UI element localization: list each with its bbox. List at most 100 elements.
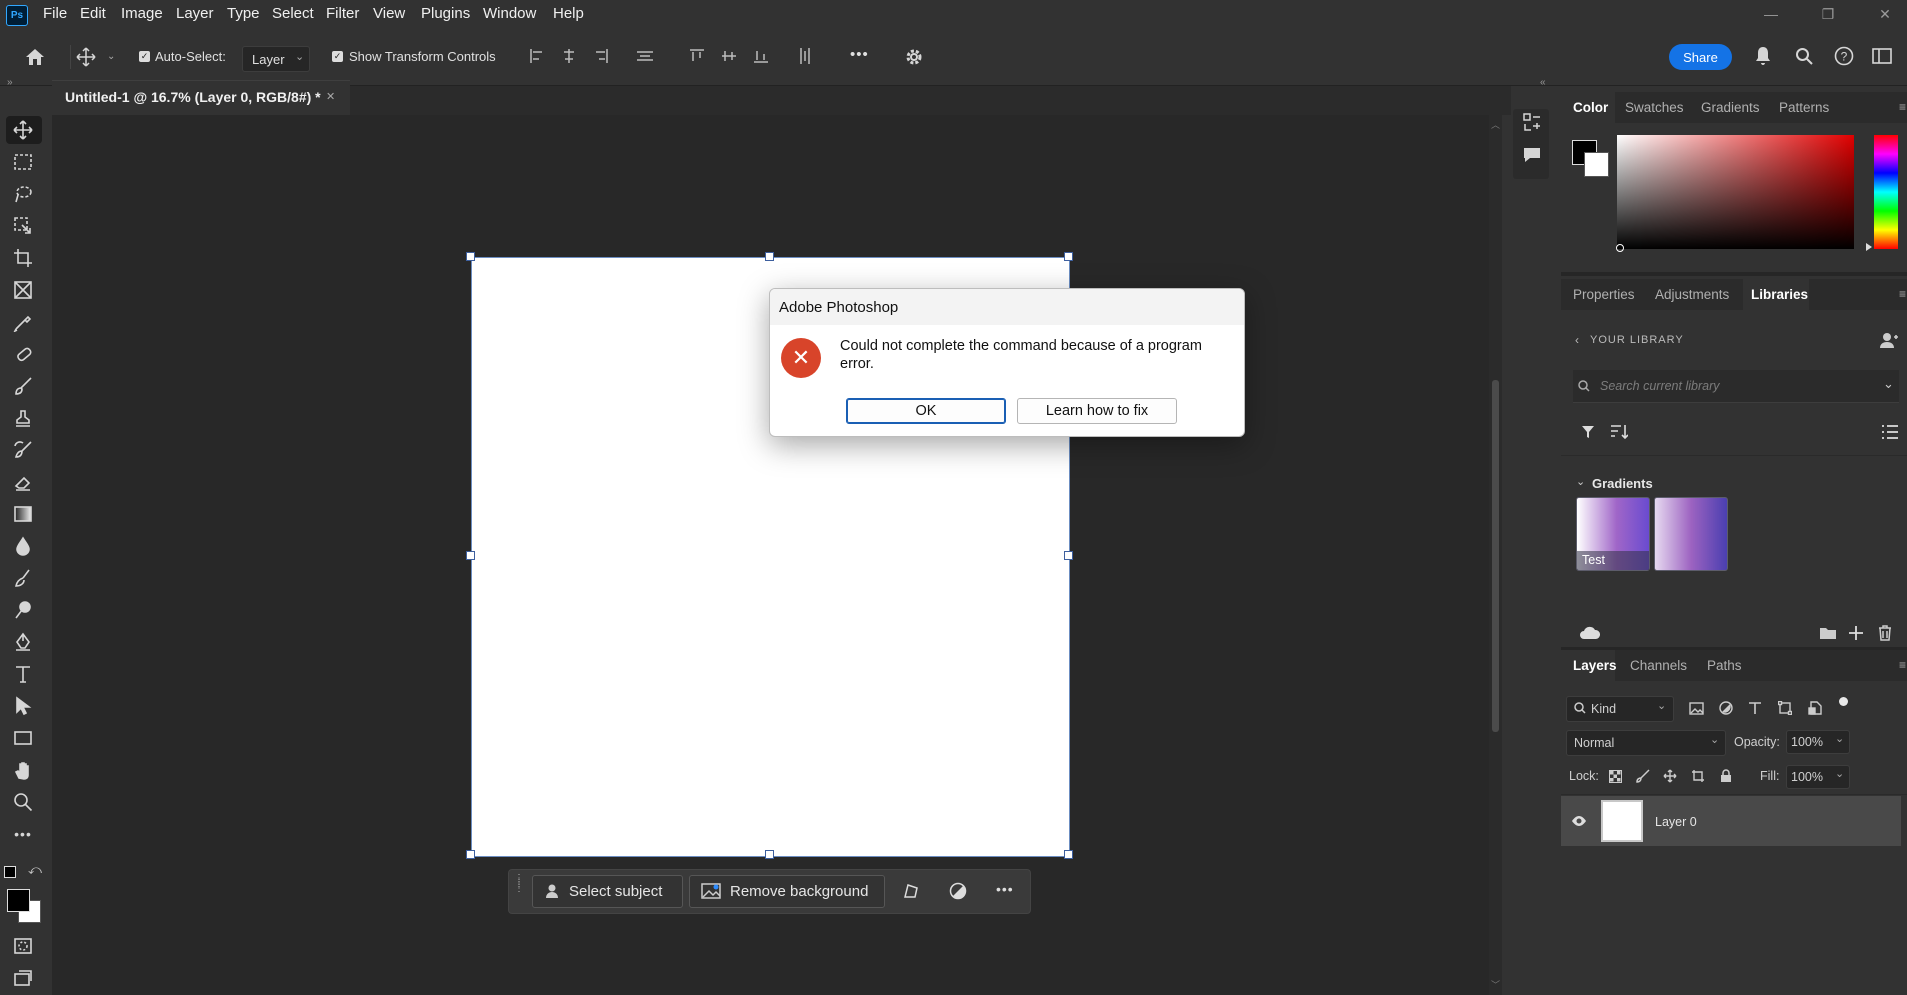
smart-object-filter-icon[interactable]	[1806, 699, 1824, 717]
workspace-icon[interactable]	[1871, 46, 1893, 66]
transform-handle[interactable]	[466, 850, 475, 859]
marquee-tool-icon[interactable]	[9, 148, 37, 176]
clone-stamp-tool-icon[interactable]	[9, 404, 37, 432]
color-picker-field[interactable]	[1617, 135, 1854, 249]
bell-icon[interactable]	[1752, 45, 1774, 67]
hue-slider-handle[interactable]	[1866, 243, 1872, 251]
learn-how-to-fix-button[interactable]: Learn how to fix	[1017, 398, 1177, 424]
gradient-item[interactable]: Test	[1576, 497, 1650, 571]
panel-menu-icon[interactable]: ≡	[1899, 100, 1906, 114]
lock-position-icon[interactable]	[1662, 768, 1678, 784]
transform-handle[interactable]	[1064, 850, 1073, 859]
chevron-down-icon[interactable]: ⌄	[1576, 475, 1585, 488]
background-color-swatch[interactable]	[1584, 152, 1609, 177]
chevron-left-icon[interactable]: ‹	[1575, 333, 1579, 347]
adjustment-icon[interactable]	[946, 879, 970, 903]
default-colors-icon[interactable]	[4, 866, 16, 878]
color-picker-cursor[interactable]	[1616, 244, 1624, 252]
auto-select-checkbox[interactable]: ✓	[139, 51, 150, 62]
transform-handle[interactable]	[1064, 551, 1073, 560]
library-search-input[interactable]: Search current library ⌄	[1573, 370, 1899, 403]
menu-layer[interactable]: Layer	[176, 5, 214, 22]
your-library-link[interactable]: YOUR LIBRARY	[1590, 334, 1684, 346]
tab-layers[interactable]: Layers	[1561, 650, 1617, 681]
brush-tool-icon[interactable]	[9, 372, 37, 400]
tab-adjustments[interactable]: Adjustments	[1655, 279, 1739, 310]
foreground-color-swatch[interactable]	[7, 889, 30, 912]
move-tool-preset-icon[interactable]	[74, 45, 98, 69]
gradients-section-title[interactable]: Gradients	[1592, 476, 1653, 491]
close-window-button[interactable]: ✕	[1863, 3, 1907, 25]
menu-image[interactable]: Image	[121, 5, 163, 22]
align-right-icon[interactable]	[592, 47, 610, 65]
list-view-icon[interactable]	[1880, 423, 1900, 441]
pixel-layer-filter-icon[interactable]	[1687, 699, 1705, 717]
tab-channels[interactable]: Channels	[1630, 650, 1690, 681]
document-tab[interactable]: Untitled-1 @ 16.7% (Layer 0, RGB/8#) * ✕	[52, 80, 350, 115]
more-tools-icon[interactable]: •••	[9, 820, 37, 848]
lock-artboard-icon[interactable]	[1690, 768, 1706, 784]
cloud-icon[interactable]	[1579, 625, 1601, 641]
eyedropper-tool-icon[interactable]	[9, 308, 37, 336]
rectangle-tool-icon[interactable]	[9, 724, 37, 752]
menu-select[interactable]: Select	[272, 5, 314, 22]
shape-layer-filter-icon[interactable]	[1776, 699, 1794, 717]
menu-type[interactable]: Type	[227, 5, 260, 22]
add-user-icon[interactable]	[1878, 329, 1900, 351]
healing-brush-tool-icon[interactable]	[9, 340, 37, 368]
path-selection-tool-icon[interactable]	[9, 692, 37, 720]
menu-plugins[interactable]: Plugins	[421, 5, 470, 22]
pen-tool-icon[interactable]	[9, 628, 37, 656]
zoom-tool-icon[interactable]	[9, 788, 37, 816]
minimize-button[interactable]: —	[1749, 3, 1793, 25]
ok-button[interactable]: OK	[846, 398, 1006, 424]
align-top-icon[interactable]	[688, 47, 706, 65]
chevron-down-icon[interactable]: ⌄	[107, 51, 115, 62]
transform-handle[interactable]	[466, 551, 475, 560]
remove-background-button[interactable]: Remove background	[689, 875, 885, 908]
collapse-panels-icon[interactable]: «	[1540, 77, 1546, 88]
dodge-tool-icon[interactable]	[9, 596, 37, 624]
eraser-tool-icon[interactable]	[9, 468, 37, 496]
transform-handle[interactable]	[765, 252, 774, 261]
layer-kind-filter[interactable]: Kind ⌄	[1566, 696, 1674, 722]
eye-icon[interactable]	[1570, 813, 1588, 829]
select-subject-button[interactable]: Select subject	[532, 875, 683, 908]
gear-icon[interactable]	[902, 45, 926, 69]
panel-menu-icon[interactable]: ≡	[1899, 658, 1906, 672]
distribute-vertical-icon[interactable]	[796, 47, 814, 65]
menu-filter[interactable]: Filter	[326, 5, 359, 22]
align-middle-icon[interactable]	[720, 47, 738, 65]
smudge-tool-icon[interactable]	[9, 564, 37, 592]
screen-mode-icon[interactable]	[9, 964, 37, 992]
type-layer-filter-icon[interactable]	[1746, 699, 1764, 717]
more-options-icon[interactable]: •••	[850, 46, 869, 63]
lock-all-icon[interactable]	[1718, 768, 1734, 784]
collapse-toolbar-icon[interactable]: »	[7, 77, 13, 88]
gradient-item[interactable]	[1654, 497, 1728, 571]
opacity-input[interactable]: 100% ⌄	[1786, 730, 1850, 754]
hue-slider[interactable]	[1874, 135, 1898, 249]
scroll-up-icon[interactable]: ︿	[1491, 118, 1500, 131]
sort-icon[interactable]	[1609, 423, 1629, 441]
chevron-down-icon[interactable]: ⌄	[1883, 376, 1894, 392]
add-icon[interactable]	[1846, 624, 1866, 642]
transform-icon[interactable]	[899, 879, 923, 903]
filter-icon[interactable]	[1579, 423, 1597, 441]
drag-handle-icon[interactable]: ⋮ ⋮ ⋮	[514, 874, 524, 906]
menu-window[interactable]: Window	[483, 5, 536, 22]
quick-mask-icon[interactable]	[9, 932, 37, 960]
lock-image-pixels-icon[interactable]	[1635, 768, 1651, 784]
show-transform-checkbox[interactable]: ✓	[332, 51, 343, 62]
comments-panel-icon[interactable]	[1520, 143, 1544, 167]
close-tab-icon[interactable]: ✕	[326, 90, 335, 103]
restore-button[interactable]: ❐	[1806, 3, 1850, 25]
tab-properties[interactable]: Properties	[1573, 279, 1643, 310]
distribute-horizontal-icon[interactable]	[636, 47, 654, 65]
menu-help[interactable]: Help	[553, 5, 584, 22]
transform-handle[interactable]	[466, 252, 475, 261]
align-left-icon[interactable]	[528, 47, 546, 65]
more-options-icon[interactable]: •••	[996, 881, 1014, 897]
tab-gradients[interactable]: Gradients	[1701, 92, 1771, 123]
trash-icon[interactable]	[1875, 624, 1895, 642]
